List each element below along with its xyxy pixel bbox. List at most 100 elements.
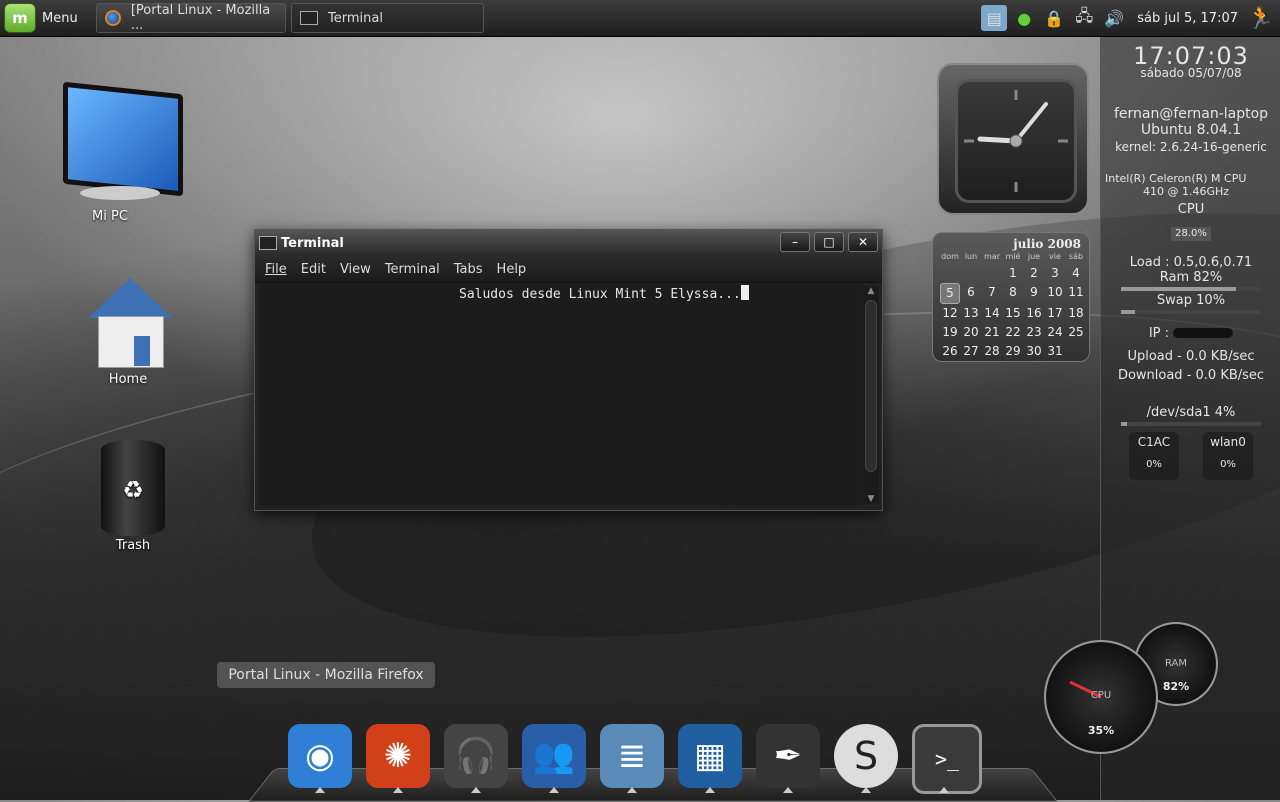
menu-edit[interactable]: Edit [301,262,326,277]
logout-icon[interactable]: 🏃 [1247,5,1274,31]
computer-icon [55,81,183,200]
lock-icon[interactable]: 🔒 [1041,5,1067,31]
dock-running-indicator [939,787,949,793]
dock-video-icon[interactable]: ▦ [678,724,742,788]
text-cursor [740,285,749,300]
update-icon[interactable]: ▤ [981,5,1008,31]
top-panel: m Menu [Portal Linux - Mozilla ... Termi… [0,0,1280,37]
maximize-button[interactable]: □ [814,232,844,252]
desktop-icon-trash[interactable]: ♻ Trash [96,440,170,553]
calendar-day[interactable]: 20 [961,323,981,342]
calendar-day[interactable]: 15 [1003,304,1023,323]
calendar-day[interactable]: 27 [961,342,981,361]
calendar-day-name: mié [1005,252,1021,261]
desktop-icon-home[interactable]: Home [86,278,172,387]
home-icon [88,278,172,368]
minimize-button[interactable]: – [780,232,810,252]
calendar-day[interactable]: 16 [1024,304,1044,323]
dock-firefox-icon[interactable]: ◉ [288,724,352,788]
taskbar-firefox-label: [Portal Linux - Mozilla ... [130,3,271,33]
dock-writer-icon[interactable]: ✒ [756,724,820,788]
volume-icon[interactable]: 🔊 [1101,5,1127,31]
calendar-day[interactable]: 29 [1003,342,1023,361]
dock-burner-icon[interactable]: ✺ [366,724,430,788]
calendar-day[interactable]: 23 [1024,323,1044,342]
swap-bar [1121,310,1261,314]
dock-running-indicator [549,787,559,793]
scrollbar-thumb[interactable] [865,300,877,472]
conky-disk: /dev/sda1 4% [1146,405,1236,420]
desktop-icon-mi-pc[interactable]: Mi PC [50,81,183,224]
calendar-day[interactable]: 12 [940,304,960,323]
calendar-day-name: dom [941,252,959,261]
conky-upload: Upload - 0.0 KB/sec [1127,349,1255,364]
dock-running-indicator [861,787,871,793]
dock-messenger-icon[interactable]: 👥 [522,724,586,788]
battery-box: C1AC 0% [1129,432,1179,480]
taskbar-terminal[interactable]: Terminal [291,3,484,33]
battery-pct: 0% [1146,459,1162,470]
desktop-icon-label: Trash [115,538,151,553]
calendar-day-name: mar [984,252,1000,261]
close-button[interactable]: ✕ [848,232,878,252]
calendar-grid: dom lun mar mié jue vie sáb 1 2 3 4 5 6 7 8 9 10 11 12 13 14… [940,252,1089,361]
wlan-box: wlan0 0% [1203,432,1253,480]
calendar-day[interactable]: 3 [1045,264,1065,283]
calendar-day[interactable]: 10 [1045,283,1065,302]
analog-clock-widget [937,63,1089,215]
calendar-day[interactable]: 14 [982,304,1002,323]
menu-view[interactable]: View [340,262,371,277]
taskbar-firefox[interactable]: [Portal Linux - Mozilla ... [96,3,286,33]
calendar-day[interactable]: 7 [982,283,1002,302]
panel-clock[interactable]: sáb jul 5, 17:07 [1137,11,1238,26]
calendar-empty [982,264,1002,283]
calendar-day[interactable]: 17 [1045,304,1065,323]
conky-user: fernan@fernan-laptop [1113,106,1269,122]
calendar-day[interactable]: 26 [940,342,960,361]
desktop-icon-label: Home [108,372,148,387]
calendar-day[interactable]: 25 [1066,323,1086,342]
terminal-output[interactable]: Saludos desde Linux Mint 5 Elyssa... [259,284,862,506]
calendar-day[interactable]: 13 [961,304,981,323]
dock-terminal-icon[interactable]: >_ [912,724,982,794]
dock-running-indicator [705,787,715,793]
calendar-day[interactable]: 22 [1003,323,1023,342]
calendar-day[interactable]: 1 [1003,264,1023,283]
menu-button[interactable]: m Menu [4,3,78,33]
dock-files-icon[interactable]: ≣ [600,724,664,788]
menu-tabs[interactable]: Tabs [454,262,483,277]
calendar-empty [940,264,960,283]
dock-skype-icon[interactable]: S [834,724,898,788]
trash-icon: ♻ [101,440,165,536]
calendar-day[interactable]: 4 [1066,264,1086,283]
network-status-icon[interactable]: ● [1011,5,1037,31]
calendar-day[interactable]: 8 [1003,283,1023,302]
calendar-day[interactable]: 30 [1024,342,1044,361]
calendar-day[interactable]: 21 [982,323,1002,342]
conky-cpu-model: Intel(R) Celeron(R) M CPU 410 @ 1.46GHz [1101,172,1280,198]
terminal-icon [300,11,318,25]
network-icon[interactable]: 🖧 [1071,5,1097,31]
battery-label: C1AC [1137,435,1171,449]
calendar-day[interactable]: 18 [1066,304,1086,323]
calendar-day[interactable]: 24 [1045,323,1065,342]
dock-headphones-icon[interactable]: 🎧 [444,724,508,788]
conky-download: Download - 0.0 KB/sec [1117,368,1265,383]
calendar-day[interactable]: 31 [1045,342,1065,361]
calendar-day[interactable]: 19 [940,323,960,342]
calendar-day[interactable]: 5 [940,283,960,304]
terminal-scrollbar[interactable]: ▲ ▼ [863,286,879,504]
calendar-day[interactable]: 2 [1024,264,1044,283]
calendar-day[interactable]: 6 [961,283,981,302]
clock-hands [964,90,1068,192]
conky-ip: IP : [1101,326,1280,341]
cpu-gauge: CPU 35% [1044,640,1158,754]
calendar-day[interactable]: 28 [982,342,1002,361]
calendar-day[interactable]: 11 [1066,283,1086,302]
calendar-day[interactable]: 9 [1024,283,1044,302]
conky-cpu-pct: 28.0% [1171,227,1211,241]
menu-file[interactable]: File [265,262,287,277]
menu-help[interactable]: Help [497,262,527,277]
menu-terminal[interactable]: Terminal [385,262,440,277]
ip-label: IP : [1148,326,1170,341]
